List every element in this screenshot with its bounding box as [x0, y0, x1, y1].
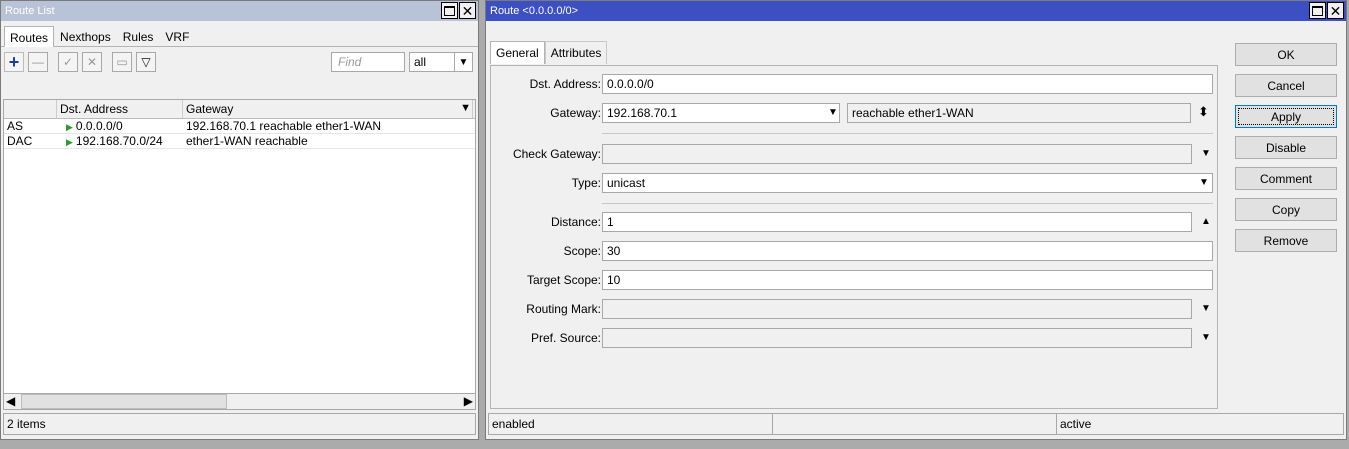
- find-input[interactable]: Find: [331, 52, 405, 72]
- gateway-status-field: reachable ether1-WAN: [847, 103, 1191, 123]
- type-field[interactable]: unicast: [602, 173, 1213, 193]
- item-count: 2 items: [3, 413, 476, 435]
- distance-label: Distance:: [550, 215, 601, 229]
- disable-button[interactable]: Disable: [1235, 136, 1337, 159]
- tab-nexthops[interactable]: Nexthops: [54, 25, 117, 46]
- pref-source-label: Pref. Source:: [530, 331, 601, 345]
- row-gateway: ether1-WAN reachable: [186, 134, 308, 148]
- distance-field[interactable]: 1: [602, 212, 1192, 232]
- status-enabled: enabled: [489, 414, 773, 434]
- scope-field[interactable]: 30: [602, 241, 1213, 261]
- route-list-titlebar[interactable]: Route List ✕: [1, 1, 478, 21]
- action-buttons: OK Cancel Apply Disable Comment Copy Rem…: [1235, 43, 1337, 260]
- dropdown-arrow-icon[interactable]: ▼: [454, 53, 472, 71]
- target-scope-label: Target Scope:: [526, 273, 601, 287]
- ok-button[interactable]: OK: [1235, 43, 1337, 66]
- active-route-icon: ▶: [66, 137, 73, 147]
- status-middle: [773, 414, 1057, 434]
- enable-icon[interactable]: ✓: [58, 52, 78, 72]
- copy-button[interactable]: Copy: [1235, 198, 1337, 221]
- tab-attributes[interactable]: Attributes: [544, 41, 608, 64]
- routes-table: Dst. Address Gateway ▼ AS ▶ 0.0.0.0/0 192…: [3, 99, 476, 410]
- table-row[interactable]: DAC ▶ 192.168.70.0/24 ether1-WAN reachabl…: [4, 134, 475, 149]
- general-panel: Dst. Address: 0.0.0.0/0 Gateway: 192.168…: [490, 65, 1218, 409]
- routing-mark-dropdown-icon[interactable]: ▼: [1201, 303, 1211, 314]
- filter-select-value: all: [414, 55, 427, 69]
- tab-rules[interactable]: Rules: [117, 25, 160, 46]
- row-dst: 0.0.0.0/0: [75, 119, 123, 133]
- scope-label: Scope:: [563, 244, 601, 258]
- scroll-right-icon[interactable]: ▶: [464, 394, 473, 408]
- gateway-updown-icon[interactable]: ⬍: [1198, 104, 1209, 120]
- cancel-button[interactable]: Cancel: [1235, 74, 1337, 97]
- route-detail-window: Route <0.0.0.0/0> ✕ General Attributes D…: [485, 0, 1347, 440]
- filter-select[interactable]: all ▼: [409, 52, 473, 72]
- route-list-tabs: Routes Nexthops Rules VRF: [1, 21, 478, 47]
- column-header-dst-address[interactable]: Dst. Address: [57, 100, 183, 118]
- route-status-bar: enabled active: [488, 413, 1344, 435]
- scroll-left-icon[interactable]: ◀: [6, 394, 15, 408]
- row-flags: AS: [7, 119, 24, 133]
- dst-address-field[interactable]: 0.0.0.0/0: [602, 74, 1213, 94]
- active-route-icon: ▶: [66, 122, 73, 132]
- horizontal-scrollbar[interactable]: ◀ ▶: [3, 393, 476, 410]
- dst-address-label: Dst. Address:: [529, 77, 601, 91]
- window-title: Route List: [5, 5, 55, 17]
- gateway-label: Gateway:: [550, 106, 601, 120]
- row-gateway: 192.168.70.1 reachable ether1-WAN: [186, 119, 382, 133]
- disable-icon[interactable]: ✕: [82, 52, 102, 72]
- maximize-icon[interactable]: [1309, 2, 1326, 19]
- check-gateway-dropdown-icon[interactable]: ▼: [1201, 148, 1211, 159]
- remove-icon[interactable]: —: [28, 52, 48, 72]
- routing-mark-field[interactable]: [602, 299, 1192, 319]
- pref-source-field[interactable]: [602, 328, 1192, 348]
- route-detail-tabs: General Attributes: [490, 41, 608, 64]
- row-flags: DAC: [7, 134, 33, 148]
- gateway-field[interactable]: 192.168.70.1: [602, 103, 840, 123]
- route-detail-titlebar[interactable]: Route <0.0.0.0/0> ✕: [486, 1, 1346, 21]
- close-icon[interactable]: ✕: [1327, 2, 1344, 19]
- tab-vrf[interactable]: VRF: [159, 25, 195, 46]
- tab-general[interactable]: General: [490, 41, 545, 64]
- column-menu-icon[interactable]: ▼: [460, 102, 471, 114]
- status-active: active: [1060, 417, 1092, 431]
- window-title: Route <0.0.0.0/0>: [490, 5, 579, 17]
- comment-button[interactable]: Comment: [1235, 167, 1337, 190]
- remove-button[interactable]: Remove: [1235, 229, 1337, 252]
- add-icon[interactable]: +: [4, 52, 24, 72]
- check-gateway-label: Check Gateway:: [512, 147, 601, 161]
- comment-icon[interactable]: ▭: [112, 52, 132, 72]
- column-header-gateway[interactable]: Gateway: [183, 100, 473, 118]
- distance-collapse-icon[interactable]: ▲: [1201, 216, 1211, 227]
- row-dst: 192.168.70.0/24: [75, 134, 163, 148]
- type-label: Type:: [571, 176, 601, 190]
- close-icon[interactable]: ✕: [459, 2, 476, 19]
- table-row[interactable]: AS ▶ 0.0.0.0/0 192.168.70.1 reachable eth…: [4, 119, 475, 134]
- routing-mark-label: Routing Mark:: [526, 302, 601, 316]
- divider: [602, 133, 1213, 134]
- tab-routes[interactable]: Routes: [4, 26, 55, 47]
- pref-source-dropdown-icon[interactable]: ▼: [1201, 332, 1211, 343]
- route-list-window: Route List ✕ Routes Nexthops Rules VRF +…: [0, 0, 479, 440]
- route-list-toolbar: + — ✓ ✕ ▭ ▽ Find all ▼: [1, 47, 478, 77]
- target-scope-field[interactable]: 10: [602, 270, 1213, 290]
- column-header-flags[interactable]: [4, 100, 57, 118]
- type-dropdown-icon[interactable]: ▼: [1199, 177, 1209, 188]
- table-header: Dst. Address Gateway ▼: [4, 100, 475, 119]
- filter-icon[interactable]: ▽: [136, 52, 156, 72]
- apply-button[interactable]: Apply: [1235, 105, 1337, 128]
- divider: [602, 203, 1213, 204]
- check-gateway-field[interactable]: [602, 144, 1192, 164]
- gateway-dropdown-icon[interactable]: ▼: [828, 107, 838, 118]
- scroll-thumb[interactable]: [21, 394, 227, 409]
- maximize-icon[interactable]: [441, 2, 458, 19]
